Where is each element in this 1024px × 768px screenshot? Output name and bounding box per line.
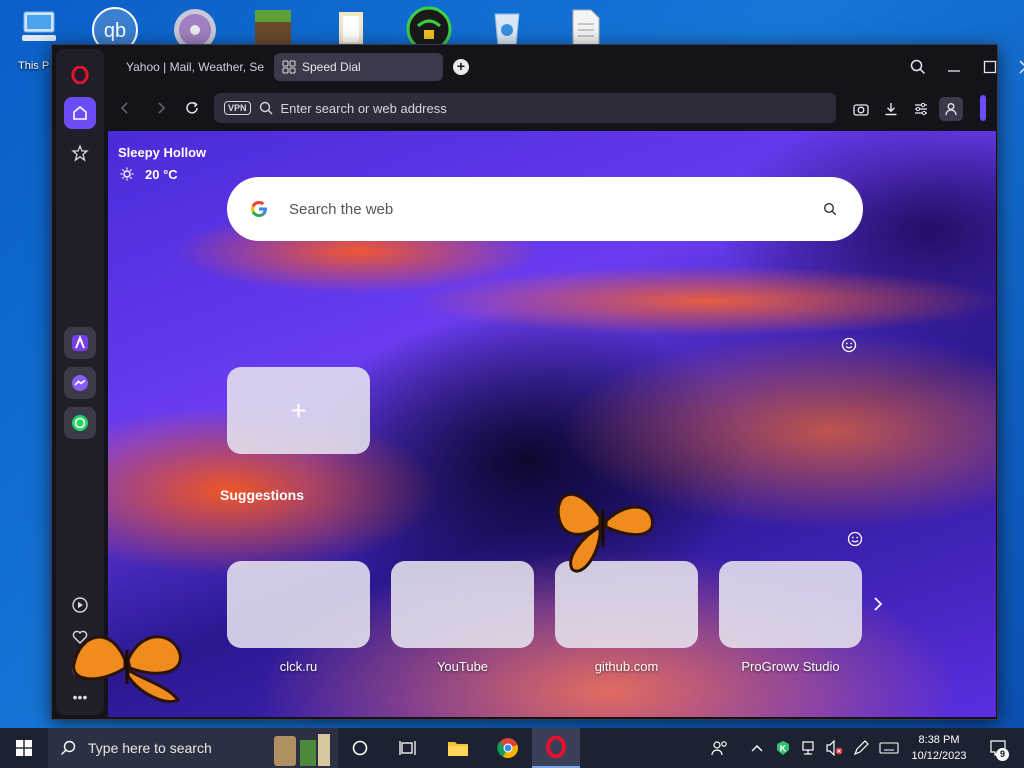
- search-web-input[interactable]: Search the web: [289, 201, 393, 218]
- suggestion-thumbnail: [227, 561, 370, 648]
- chrome-icon[interactable]: [484, 728, 532, 768]
- notification-count-badge: 9: [996, 748, 1009, 761]
- sidebar: •••: [56, 49, 104, 715]
- speed-dial-page: Sleepy Hollow 20 °C Search the web + Sug…: [108, 131, 996, 717]
- bookmarks-star-icon[interactable]: [64, 137, 96, 169]
- suggestion-label: ProGrowv Studio: [741, 659, 840, 674]
- svg-text:K: K: [780, 744, 787, 754]
- opera-logo-icon[interactable]: [64, 59, 96, 91]
- messenger-icon[interactable]: [64, 367, 96, 399]
- web-search-box[interactable]: Search the web: [227, 177, 863, 241]
- suggestions-heading: Suggestions: [220, 487, 305, 503]
- suggestion-thumbnail: [391, 561, 534, 648]
- chevron-right-icon[interactable]: [872, 597, 884, 611]
- file-explorer-icon[interactable]: [434, 728, 482, 768]
- taskbar-search-box[interactable]: Type here to search: [48, 728, 338, 768]
- easy-setup-sliders-icon[interactable]: [909, 97, 933, 121]
- sun-icon: [120, 167, 134, 186]
- home-icon[interactable]: [64, 97, 96, 129]
- volume-muted-icon[interactable]: [822, 728, 848, 768]
- tab-yahoo[interactable]: Yahoo | Mail, Weather, Se: [112, 53, 270, 81]
- address-bar[interactable]: VPN Enter search or web address: [214, 93, 836, 123]
- whatsapp-icon[interactable]: [64, 407, 96, 439]
- minimize-button[interactable]: [942, 55, 966, 79]
- address-input[interactable]: Enter search or web address: [281, 101, 447, 116]
- weather-city: Sleepy Hollow: [118, 145, 207, 160]
- clock-date: 10/12/2023: [911, 750, 967, 762]
- snapshot-camera-icon[interactable]: [849, 97, 873, 121]
- add-speed-dial-button[interactable]: +: [227, 367, 370, 454]
- vpn-badge[interactable]: VPN: [224, 101, 251, 115]
- suggestion-label: YouTube: [436, 659, 489, 674]
- tab-label: Yahoo | Mail, Weather, Se: [126, 60, 265, 74]
- taskbar-search-placeholder: Type here to search: [88, 740, 212, 756]
- tab-label: Speed Dial: [302, 60, 361, 74]
- weather-temperature: 20 °C: [145, 167, 178, 182]
- reload-button[interactable]: [181, 97, 203, 119]
- butterfly-decoration-icon: [556, 492, 654, 573]
- windows-taskbar: Type here to search K 8:38 PM 10/12/2023: [0, 728, 1024, 768]
- task-view-icon[interactable]: [384, 728, 432, 768]
- speed-dial-grid-icon: [282, 60, 296, 74]
- start-button[interactable]: [0, 728, 48, 768]
- suggestion-label: github.com: [594, 659, 659, 674]
- suggestion-label: clck.ru: [279, 659, 318, 674]
- touch-keyboard-icon[interactable]: [874, 728, 904, 768]
- notification-center-icon[interactable]: 9: [978, 728, 1018, 768]
- kaspersky-tray-icon[interactable]: K: [770, 728, 796, 768]
- network-icon[interactable]: [796, 728, 822, 768]
- download-icon[interactable]: [879, 97, 903, 121]
- close-button[interactable]: [1014, 55, 1024, 79]
- forward-button[interactable]: [150, 97, 172, 119]
- google-logo-icon: [251, 201, 267, 217]
- suggestion-thumbnail: [719, 561, 862, 648]
- clock-time: 8:38 PM: [918, 734, 960, 746]
- search-icon: [61, 740, 76, 755]
- player-icon[interactable]: [64, 589, 96, 621]
- search-icon: [259, 101, 273, 115]
- search-highlight-illustration-icon: [274, 734, 330, 766]
- search-submit-icon[interactable]: [823, 202, 837, 216]
- people-icon[interactable]: [700, 728, 740, 768]
- tab-search-icon[interactable]: [906, 55, 930, 79]
- speed-dial-feedback-smiley-icon[interactable]: [841, 337, 857, 353]
- aria-ai-icon[interactable]: [64, 327, 96, 359]
- butterfly-desktop-icon: [72, 635, 182, 703]
- opera-taskbar-icon[interactable]: [532, 728, 580, 768]
- pen-icon[interactable]: [848, 728, 874, 768]
- maximize-button[interactable]: [978, 55, 1002, 79]
- windows-logo-icon: [16, 740, 32, 756]
- back-button[interactable]: [114, 97, 136, 119]
- this-pc-label: This P: [18, 60, 50, 72]
- profile-icon[interactable]: [939, 97, 963, 121]
- svg-text:qb: qb: [104, 20, 126, 42]
- cortana-icon[interactable]: [336, 728, 384, 768]
- opera-browser-window: ••• Yahoo | Mail, Weather, Se Speed Dial…: [51, 44, 1024, 720]
- tab-strip: Yahoo | Mail, Weather, Se Speed Dial +: [108, 45, 1024, 89]
- new-tab-button[interactable]: +: [453, 59, 469, 75]
- suggestions-feedback-smiley-icon[interactable]: [847, 531, 863, 547]
- tab-speed-dial[interactable]: Speed Dial: [274, 53, 443, 81]
- taskbar-clock[interactable]: 8:38 PM 10/12/2023: [904, 732, 974, 764]
- sidebar-panel-toggle[interactable]: [980, 95, 986, 121]
- show-hidden-icons-chevron-icon[interactable]: [744, 728, 770, 768]
